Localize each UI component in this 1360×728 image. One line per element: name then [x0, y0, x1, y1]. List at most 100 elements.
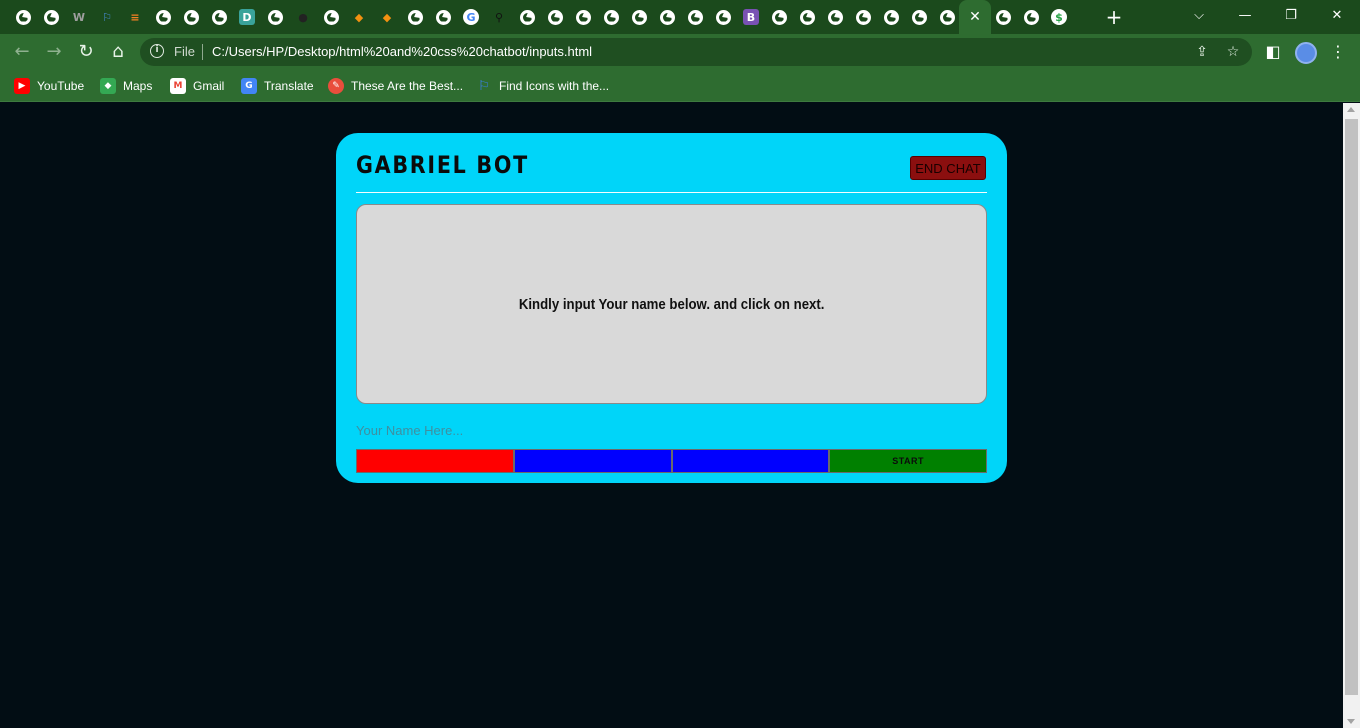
search-icon: ⚲	[494, 10, 504, 24]
pen-icon: ✎	[328, 78, 344, 94]
red-action-button[interactable]	[356, 449, 514, 473]
bookmark-youtube[interactable]: ▶ YouTube	[14, 76, 84, 96]
info-icon[interactable]: i	[150, 44, 164, 58]
tab-search-button[interactable]: ⌵	[1176, 0, 1222, 30]
vertical-scrollbar[interactable]	[1343, 103, 1360, 728]
bookmark-label: Maps	[123, 79, 153, 93]
forward-arrow-icon[interactable]: →	[42, 40, 66, 64]
tab-23[interactable]	[628, 6, 650, 28]
address-divider	[202, 44, 203, 60]
side-panel-icon[interactable]: ◧	[1261, 40, 1285, 64]
tab-11[interactable]: ●	[292, 6, 314, 28]
tab-28[interactable]	[768, 6, 790, 28]
globe-icon	[631, 9, 647, 25]
tab-3[interactable]: W	[68, 6, 90, 28]
globe-icon	[435, 9, 451, 25]
tab-18[interactable]: ⚲	[488, 6, 510, 28]
bookmark-best[interactable]: ✎ These Are the Best...	[328, 76, 463, 96]
tab-22[interactable]	[600, 6, 622, 28]
globe-icon	[799, 9, 815, 25]
start-button[interactable]: START	[829, 449, 987, 473]
star-icon[interactable]: ☆	[1224, 43, 1242, 61]
tab-38[interactable]: $	[1048, 6, 1070, 28]
menu-kebab-icon[interactable]: ⋮	[1326, 40, 1350, 64]
tab-30[interactable]	[824, 6, 846, 28]
close-window-button[interactable]: ✕	[1314, 0, 1360, 30]
tab-14[interactable]: ◆	[376, 6, 398, 28]
page-viewport: GABRIEL BOT END CHAT Kindly input Your n…	[0, 103, 1343, 728]
bookmark-label: Gmail	[193, 79, 225, 93]
url-text[interactable]: C:/Users/HP/Desktop/html%20and%20css%20c…	[212, 44, 592, 59]
globe-icon	[995, 9, 1011, 25]
home-icon[interactable]: ⌂	[106, 40, 130, 64]
maps-icon: ◆	[100, 78, 116, 94]
new-tab-button[interactable]: +	[1103, 6, 1125, 28]
tab-34[interactable]	[936, 6, 958, 28]
bookmark-translate[interactable]: G Translate	[241, 76, 314, 96]
tab-10[interactable]	[264, 6, 286, 28]
chatbot-panel: GABRIEL BOT END CHAT Kindly input Your n…	[336, 133, 1007, 483]
tab-37[interactable]	[1020, 6, 1042, 28]
tab-26[interactable]	[712, 6, 734, 28]
message-area: Kindly input Your name below. and click …	[356, 204, 987, 404]
tab-29[interactable]	[796, 6, 818, 28]
tab-36[interactable]	[992, 6, 1014, 28]
scroll-thumb[interactable]	[1345, 119, 1358, 695]
header-divider	[356, 192, 987, 193]
tab-32[interactable]	[880, 6, 902, 28]
blue-action-button-2[interactable]	[671, 449, 830, 473]
tab-17[interactable]: G	[460, 6, 482, 28]
tab-5[interactable]: ≡	[124, 6, 146, 28]
tab-6[interactable]	[152, 6, 174, 28]
globe-icon	[155, 9, 171, 25]
tab-16[interactable]	[432, 6, 454, 28]
bookmark-find-icons[interactable]: ⚐ Find Icons with the...	[476, 76, 609, 96]
back-arrow-icon[interactable]: ←	[10, 40, 34, 64]
tab-20[interactable]	[544, 6, 566, 28]
tab-9[interactable]: D	[236, 6, 258, 28]
tab-4[interactable]: ⚐	[96, 6, 118, 28]
address-bar[interactable]: i File C:/Users/HP/Desktop/html%20and%20…	[140, 38, 1252, 66]
scroll-down-arrow-icon[interactable]	[1347, 719, 1355, 724]
browser-toolbar: ← → ↻ ⌂ i File C:/Users/HP/Desktop/html%…	[0, 34, 1360, 70]
tab-33[interactable]	[908, 6, 930, 28]
globe-icon	[659, 9, 675, 25]
end-chat-button[interactable]: END CHAT	[910, 156, 986, 180]
stack-overflow-icon: ≡	[130, 10, 140, 24]
tab-21[interactable]	[572, 6, 594, 28]
tab-13[interactable]: ◆	[348, 6, 370, 28]
tab-15[interactable]	[404, 6, 426, 28]
tab-25[interactable]	[684, 6, 706, 28]
google-icon: G	[463, 9, 479, 25]
diamond-icon: ◆	[354, 10, 364, 24]
tab-8[interactable]	[208, 6, 230, 28]
share-icon[interactable]: ⇪	[1193, 43, 1211, 61]
tab-19[interactable]	[516, 6, 538, 28]
tab-35[interactable]: ✕	[959, 0, 991, 34]
tab-2[interactable]	[40, 6, 62, 28]
bookmark-maps[interactable]: ◆ Maps	[100, 76, 152, 96]
bot-message: Kindly input Your name below. and click …	[518, 295, 825, 313]
profile-avatar[interactable]	[1295, 42, 1317, 64]
restore-button[interactable]: ❐	[1268, 0, 1314, 30]
gmail-icon: M	[170, 78, 186, 94]
github-icon: ●	[298, 10, 308, 24]
blue-action-button-1[interactable]	[513, 449, 672, 473]
bookmark-gmail[interactable]: M Gmail	[170, 76, 224, 96]
globe-icon	[43, 9, 59, 25]
tab-7[interactable]	[180, 6, 202, 28]
globe-icon	[771, 9, 787, 25]
close-icon[interactable]: ✕	[969, 9, 981, 25]
globe-icon	[183, 9, 199, 25]
reload-icon[interactable]: ↻	[74, 40, 98, 64]
scroll-up-arrow-icon[interactable]	[1347, 107, 1355, 112]
bookmark-label: These Are the Best...	[351, 79, 464, 93]
minimize-button[interactable]: —	[1222, 0, 1268, 30]
name-input[interactable]	[356, 420, 987, 440]
tab-1[interactable]	[12, 6, 34, 28]
tab-31[interactable]	[852, 6, 874, 28]
tab-24[interactable]	[656, 6, 678, 28]
tab-27[interactable]: B	[740, 6, 762, 28]
globe-icon	[15, 9, 31, 25]
tab-12[interactable]	[320, 6, 342, 28]
